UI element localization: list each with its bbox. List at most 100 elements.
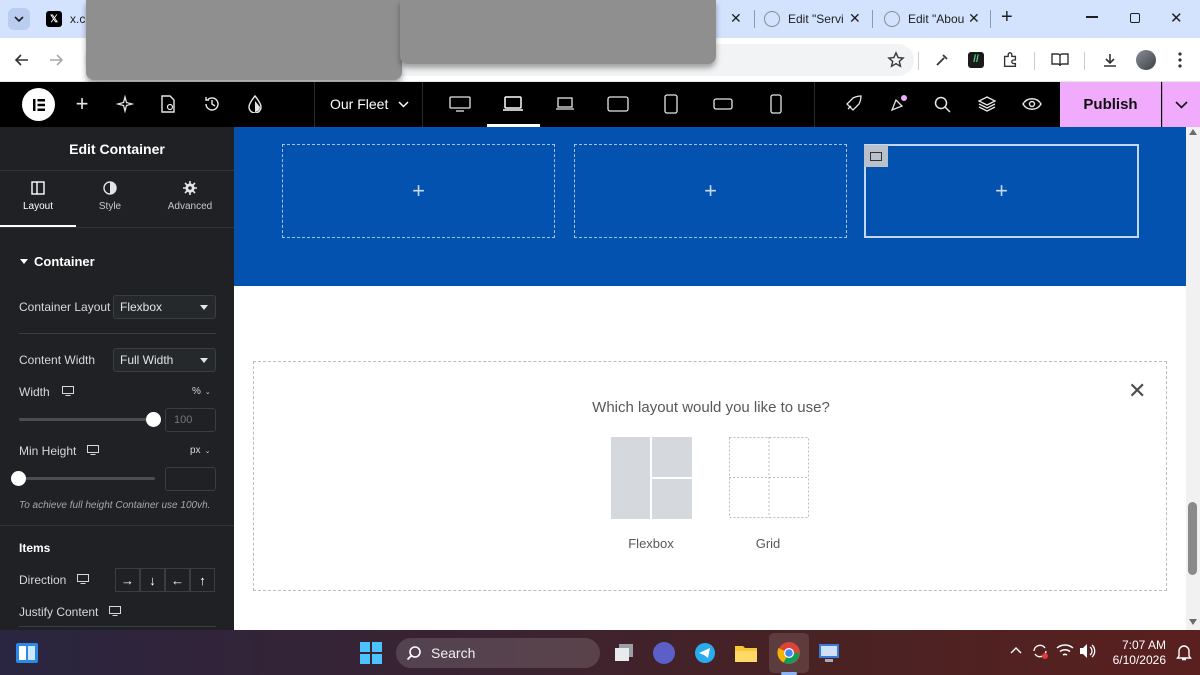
chrome-icon[interactable] — [776, 640, 802, 666]
tab-search-button[interactable] — [8, 8, 30, 30]
system-clock[interactable]: 7:07 AM 6/10/2026 — [1104, 638, 1166, 668]
page-selector[interactable]: Our Fleet — [330, 96, 409, 112]
tab-close-icon[interactable]: ✕ — [968, 10, 980, 27]
widgets-icon[interactable] — [14, 640, 40, 666]
flexbox-option[interactable] — [611, 437, 692, 519]
min-height-slider-thumb[interactable] — [11, 471, 26, 486]
scroll-thumb[interactable] — [1188, 502, 1197, 575]
show-hidden-icons[interactable] — [1010, 646, 1022, 654]
blue-section[interactable]: + + + — [234, 127, 1186, 286]
new-tab-button[interactable]: + — [1001, 6, 1013, 29]
flexbox-option-label[interactable]: Flexbox — [601, 536, 701, 551]
container-layout-select[interactable]: Flexbox — [113, 295, 216, 319]
direction-row-button[interactable]: → — [115, 568, 140, 592]
tab-close-icon[interactable]: ✕ — [849, 10, 861, 27]
elementor-logo[interactable] — [22, 88, 55, 121]
selected-container[interactable]: + — [864, 144, 1139, 238]
minimize-button[interactable] — [1086, 16, 1098, 18]
content-width-select[interactable]: Full Width — [113, 348, 216, 372]
tab-layout[interactable]: Layout — [0, 181, 76, 227]
container-handle[interactable] — [864, 145, 888, 167]
tablet-landscape-view-icon[interactable] — [606, 92, 630, 116]
topbar-divider — [314, 82, 315, 127]
toolbar-divider — [918, 52, 919, 70]
tab-edit-about[interactable]: Edit "Abou — [884, 8, 964, 30]
small-laptop-view-icon[interactable] — [553, 92, 577, 116]
page-settings-icon[interactable] — [156, 92, 180, 116]
volume-icon[interactable] — [1078, 643, 1096, 659]
width-unit-selector[interactable]: % ⌄ — [192, 386, 211, 397]
layout-question: Which layout would you like to use? — [592, 399, 830, 416]
empty-container[interactable]: + — [574, 144, 847, 238]
laptop-view-icon[interactable] — [501, 92, 525, 116]
tab-style[interactable]: Style — [72, 181, 148, 227]
download-icon[interactable] — [1098, 48, 1122, 72]
desktop-responsive-icon[interactable] — [109, 606, 121, 616]
task-view-icon[interactable] — [611, 640, 637, 666]
scroll-down-arrow[interactable] — [1189, 619, 1197, 625]
gear-icon — [183, 181, 197, 195]
desktop-view-icon[interactable] — [448, 92, 472, 116]
section-toggle-container[interactable]: Container — [20, 254, 95, 269]
bookmark-star-icon[interactable] — [884, 48, 908, 72]
width-slider-thumb[interactable] — [146, 412, 161, 427]
close-icon[interactable]: ✕ — [1128, 378, 1146, 404]
desktop-responsive-icon[interactable] — [62, 386, 74, 396]
desktop-responsive-icon[interactable] — [87, 445, 99, 455]
eyedropper-icon[interactable] — [930, 48, 954, 72]
mobile-portrait-view-icon[interactable] — [764, 92, 788, 116]
back-arrow-icon[interactable] — [10, 48, 34, 72]
control-panel-icon[interactable] — [816, 640, 842, 666]
sync-icon[interactable] — [1031, 642, 1049, 660]
mobile-landscape-view-icon[interactable] — [711, 92, 735, 116]
notification-bell-icon[interactable] — [1176, 643, 1192, 661]
wifi-icon[interactable] — [1056, 643, 1074, 659]
profile-avatar[interactable] — [1134, 48, 1158, 72]
width-slider-track[interactable] — [19, 418, 155, 421]
direction-column-button[interactable]: ↓ — [140, 568, 165, 592]
restore-button[interactable] — [1130, 13, 1140, 23]
chat-icon[interactable] — [651, 640, 677, 666]
more-menu-icon[interactable] — [1168, 48, 1192, 72]
search-icon[interactable] — [930, 92, 954, 116]
layers-icon[interactable] — [975, 92, 999, 116]
divider — [0, 227, 234, 228]
desktop-responsive-icon[interactable] — [77, 574, 89, 584]
start-windows-icon[interactable] — [358, 640, 384, 666]
preview-eye-icon[interactable] — [1020, 92, 1044, 116]
rocket-icon[interactable] — [841, 92, 865, 116]
min-height-number-input[interactable] — [165, 467, 216, 491]
editor-sidebar: Edit Container Layout Style Advanced Con… — [0, 127, 234, 630]
grid-option[interactable] — [729, 437, 809, 518]
taskbar-search[interactable]: Search — [396, 638, 600, 668]
empty-container[interactable]: + — [282, 144, 555, 238]
puzzle-piece-icon[interactable] — [998, 48, 1022, 72]
grid-option-label[interactable]: Grid — [718, 536, 818, 551]
extension-icon[interactable]: // — [964, 48, 988, 72]
notifications-icon[interactable] — [886, 92, 910, 116]
width-number-input[interactable] — [165, 408, 216, 432]
min-height-unit-selector[interactable]: px ⌄ — [190, 445, 210, 456]
file-explorer-icon[interactable] — [733, 640, 759, 666]
direction-row-reverse-button[interactable]: ← — [165, 568, 190, 592]
add-element-icon[interactable]: + — [70, 91, 94, 116]
min-height-slider-track[interactable] — [19, 477, 155, 480]
forward-arrow-icon[interactable] — [44, 48, 68, 72]
telegram-icon[interactable] — [692, 640, 718, 666]
layout-icon — [31, 181, 45, 195]
tab-advanced[interactable]: Advanced — [152, 181, 228, 227]
tab-label: Edit "Abou — [908, 12, 965, 26]
scroll-up-arrow[interactable] — [1189, 129, 1197, 135]
direction-column-reverse-button[interactable]: ↑ — [190, 568, 215, 592]
ai-sparkle-icon[interactable] — [113, 92, 137, 116]
vertical-scrollbar[interactable] — [1186, 127, 1200, 630]
publish-options-button[interactable] — [1162, 82, 1200, 127]
reading-list-icon[interactable] — [1048, 48, 1072, 72]
tab-close-icon[interactable]: ✕ — [730, 10, 742, 27]
publish-button[interactable]: Publish — [1060, 82, 1161, 127]
tab-edit-services[interactable]: Edit "Servi — [764, 8, 844, 30]
history-icon[interactable] — [200, 92, 224, 116]
close-window-button[interactable]: ✕ — [1170, 9, 1183, 27]
tablet-portrait-view-icon[interactable] — [659, 92, 683, 116]
theme-drop-icon[interactable] — [243, 92, 267, 116]
